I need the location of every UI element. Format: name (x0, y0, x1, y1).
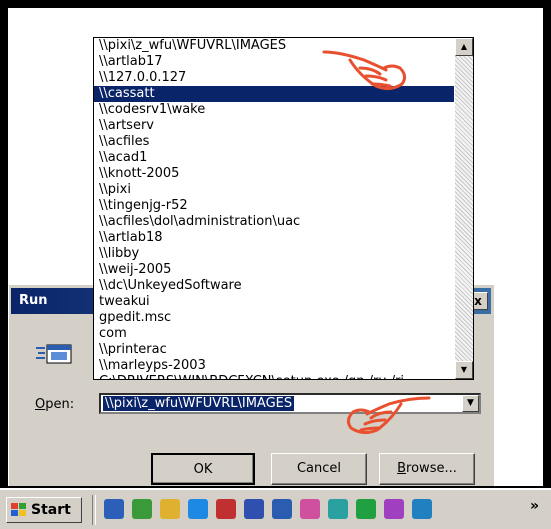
windows-logo-icon (11, 503, 26, 516)
dropdown-item[interactable]: \\artlab18 (94, 230, 454, 246)
dropdown-item[interactable]: tweakui (94, 294, 454, 310)
open-label: Open: (35, 397, 75, 412)
dropdown-item[interactable]: \\marleyps-2003 (94, 358, 454, 374)
taskbar: Start » (0, 488, 551, 529)
chevron-down-icon: ▼ (467, 398, 474, 408)
dropdown-item[interactable]: gpedit.msc (94, 310, 454, 326)
history-dropdown[interactable]: \\pixi\z_wfu\WFUVRL\IMAGES \\artlab17 \\12… (93, 37, 474, 380)
ql-icon-11[interactable] (384, 499, 404, 519)
dropdown-item[interactable]: \\artserv (94, 118, 454, 134)
ql-icon-12[interactable] (412, 499, 432, 519)
ok-button[interactable]: OK (151, 453, 255, 485)
dropdown-item[interactable]: \\codesrv1\wake (94, 102, 454, 118)
dropdown-item[interactable]: \\dc\UnkeyedSoftware (94, 278, 454, 294)
pointing-hand-icon (346, 396, 431, 435)
dropdown-item[interactable]: \\printerac (94, 342, 454, 358)
close-icon: x (474, 294, 482, 308)
ql-icon-7[interactable] (272, 499, 292, 519)
dropdown-item[interactable]: \\acad1 (94, 150, 454, 166)
dropdown-item[interactable]: \\acfiles (94, 134, 454, 150)
pointing-hand-icon (322, 50, 407, 91)
dropdown-item[interactable]: \\pixi (94, 182, 454, 198)
ql-icon-4[interactable] (188, 499, 208, 519)
ql-icon-10[interactable] (356, 499, 376, 519)
dropdown-item[interactable]: \\tingenjg-r52 (94, 198, 454, 214)
screen: Run x Open: \\pixi\z_wfu\WFUVRL\IMAGES ▼… (8, 8, 543, 486)
start-button[interactable]: Start (6, 497, 82, 523)
cancel-button[interactable]: Cancel (271, 453, 367, 485)
open-input[interactable]: \\pixi\z_wfu\WFUVRL\IMAGES (103, 396, 295, 411)
run-icon (36, 344, 72, 364)
dropdown-item[interactable]: \\acfiles\dol\administration\uac (94, 214, 454, 230)
start-label: Start (31, 502, 71, 518)
dropdown-item[interactable]: \\knott-2005 (94, 166, 454, 182)
browse-button[interactable]: Browse... (379, 453, 475, 485)
ql-icon-3[interactable] (160, 499, 180, 519)
dropdown-scrollbar[interactable]: ▲ ▼ (455, 38, 473, 379)
background-strip (494, 284, 543, 486)
dropdown-item[interactable]: com (94, 326, 454, 342)
chevron-down-icon: ▼ (460, 365, 468, 374)
ql-icon-6[interactable] (244, 499, 264, 519)
taskbar-separator (92, 495, 96, 525)
window-title: Run (19, 293, 48, 308)
dropdown-item[interactable]: \\weij-2005 (94, 262, 454, 278)
ql-icon-2[interactable] (132, 499, 152, 519)
scroll-down-button[interactable]: ▼ (455, 361, 473, 379)
dropdown-item[interactable]: \\libby (94, 246, 454, 262)
overflow-chevron-icon[interactable]: » (530, 498, 539, 514)
ql-icon-9[interactable] (328, 499, 348, 519)
ql-icon-8[interactable] (300, 499, 320, 519)
ql-icon-1[interactable] (104, 499, 124, 519)
scroll-up-button[interactable]: ▲ (455, 38, 473, 56)
chevron-up-icon: ▲ (460, 42, 468, 51)
ql-icon-5[interactable] (216, 499, 236, 519)
dropdown-item[interactable]: C:\DRIVERS\WIN\BDCFXCN\setup.exe /qn /ru… (94, 374, 454, 379)
combo-dropdown-button[interactable]: ▼ (462, 395, 479, 412)
